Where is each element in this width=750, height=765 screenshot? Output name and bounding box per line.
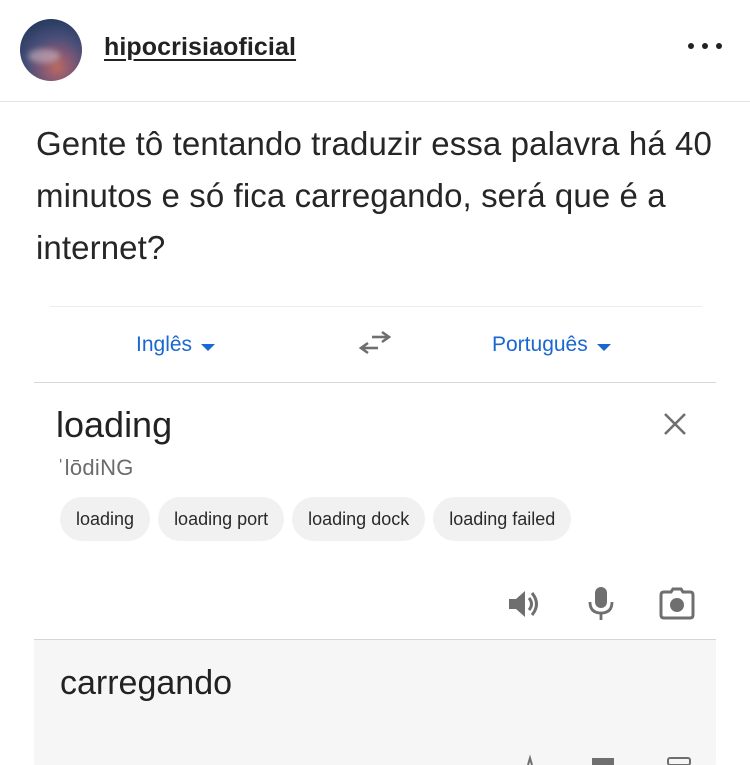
suggestion-chip[interactable]: loading port	[158, 497, 285, 541]
username-link[interactable]: hipocrisiaoficial	[104, 33, 296, 62]
microphone-icon[interactable]	[582, 585, 620, 623]
chevron-down-icon	[201, 343, 216, 351]
target-language-selector[interactable]: Português	[492, 333, 611, 357]
source-language-label: Inglês	[136, 333, 193, 356]
divider	[34, 382, 716, 383]
camera-icon[interactable]	[658, 585, 696, 623]
speaker-icon[interactable]	[506, 585, 544, 623]
source-language-selector[interactable]: Inglês	[136, 333, 216, 357]
post-header: hipocrisiaoficial	[0, 0, 750, 102]
more-options-icon[interactable]	[688, 36, 722, 56]
avatar[interactable]	[20, 19, 82, 81]
swap-languages-icon[interactable]	[358, 330, 392, 360]
target-language-label: Português	[492, 333, 588, 356]
close-icon[interactable]	[660, 409, 690, 439]
post-caption: Gente tô tentando traduzir essa palavra …	[36, 125, 712, 266]
suggestion-chips: loading loading port loading dock loadin…	[60, 497, 572, 541]
suggestion-chip[interactable]: loading failed	[433, 497, 572, 541]
suggestion-chip[interactable]: loading dock	[292, 497, 426, 541]
phonetic-transcription: ˈlōdiNG	[57, 455, 134, 480]
source-text-input[interactable]: loading	[56, 404, 172, 446]
divider	[50, 306, 702, 307]
translation-output: carregando	[60, 664, 233, 702]
suggestion-chip[interactable]: loading	[60, 497, 151, 541]
chevron-down-icon	[596, 343, 611, 351]
partial-result-icons	[527, 754, 691, 765]
